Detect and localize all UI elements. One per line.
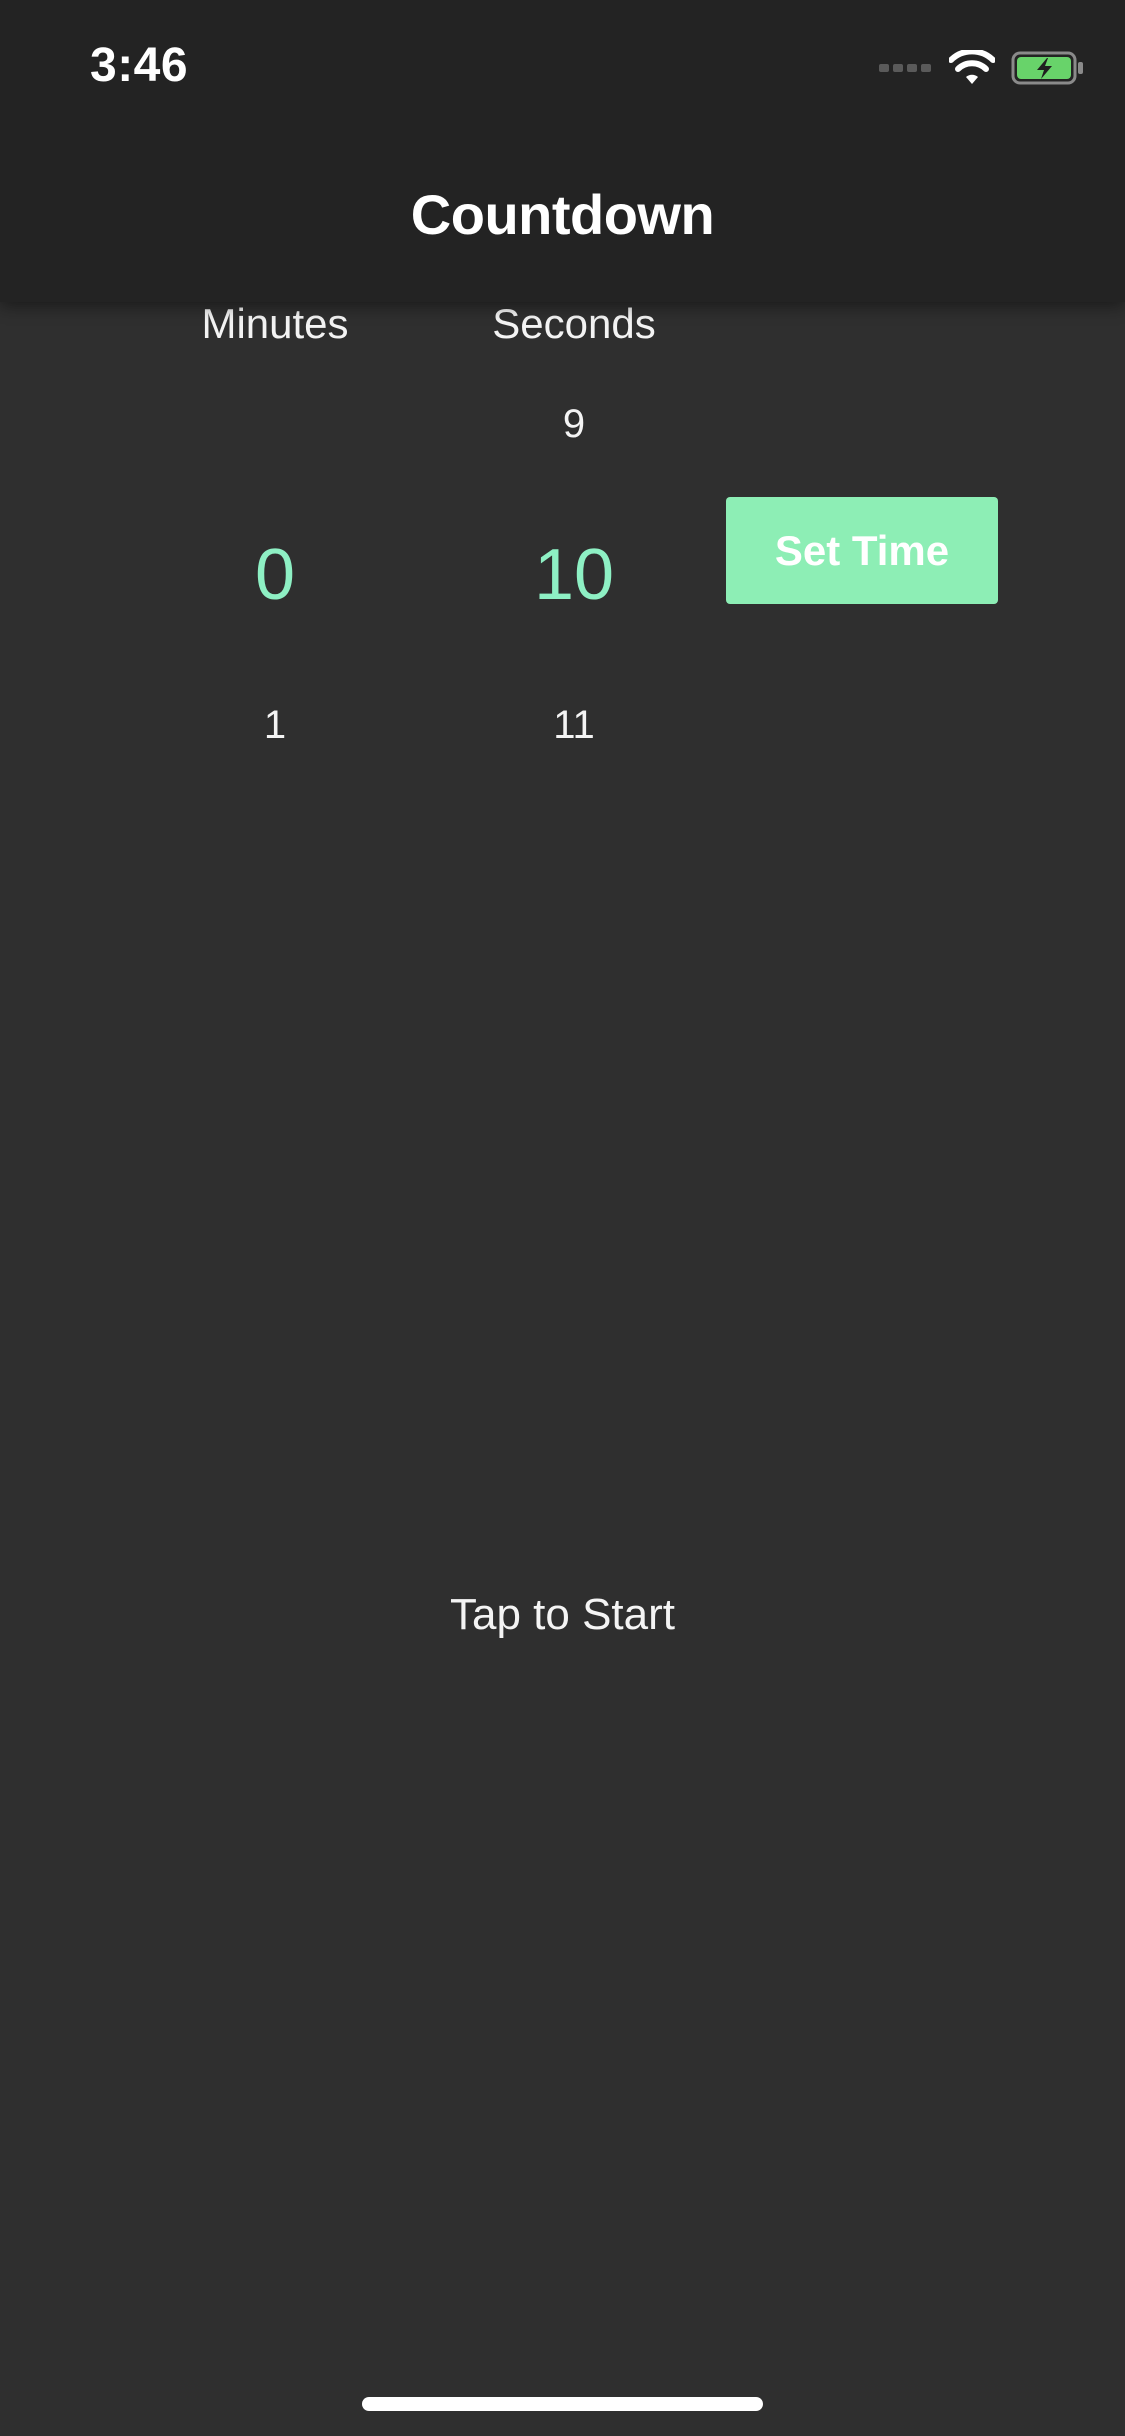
- tap-to-start-button[interactable]: Tap to Start: [0, 1590, 1125, 1640]
- page-title: Countdown: [410, 183, 715, 246]
- battery-charging-icon: [1011, 51, 1083, 85]
- navigation-header: 3:46 Countdown: [0, 0, 1125, 302]
- status-bar-time: 3:46: [90, 39, 189, 92]
- status-bar-icons: [879, 46, 1085, 90]
- wifi-icon: [949, 50, 995, 84]
- minutes-wheel-value-below[interactable]: 1: [155, 703, 395, 748]
- home-indicator[interactable]: [362, 2397, 763, 2411]
- countdown-time-picker[interactable]: Minutes Seconds 9 0 10 1 11: [0, 0, 1125, 2436]
- seconds-column-label: Seconds: [492, 300, 656, 347]
- minutes-column-label: Minutes: [201, 300, 349, 347]
- signal-icon: [879, 64, 931, 72]
- seconds-wheel-value-above[interactable]: 9: [454, 402, 694, 447]
- seconds-wheel-value-below[interactable]: 11: [454, 703, 694, 748]
- set-time-button[interactable]: Set Time: [726, 497, 998, 604]
- seconds-wheel-selected-value[interactable]: 10: [454, 534, 694, 616]
- minutes-wheel-selected-value[interactable]: 0: [155, 534, 395, 616]
